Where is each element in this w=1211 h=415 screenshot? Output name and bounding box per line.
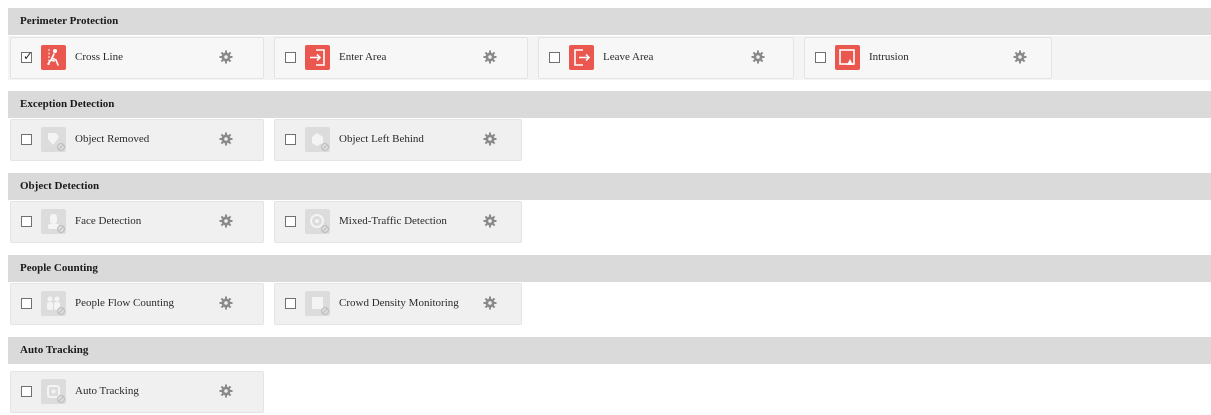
function-card-people-flow-counting[interactable]: People Flow Counting xyxy=(10,283,264,325)
checkmark-icon: ✓ xyxy=(23,49,34,63)
object-removed-label: Object Removed xyxy=(75,133,150,145)
face-detection-settings-gear-icon[interactable] xyxy=(219,214,233,228)
intrusion-checkbox[interactable] xyxy=(815,52,826,63)
crowd-density-monitoring-settings-gear-icon[interactable] xyxy=(483,296,497,310)
mixed-traffic-detection-label: Mixed-Traffic Detection xyxy=(339,215,447,227)
object-removed-checkbox[interactable] xyxy=(21,134,32,145)
function-card-mixed-traffic-detection[interactable]: Mixed-Traffic Detection xyxy=(274,201,522,243)
section-header-perimeter-protection: Perimeter Protection xyxy=(8,8,1211,35)
auto-tracking-label: Auto Tracking xyxy=(75,385,139,397)
section-row-object-detection: Face Detection Mixed-Traffic Detection xyxy=(8,200,522,244)
mixed-traffic-detection-icon xyxy=(305,209,330,234)
enter-area-label: Enter Area xyxy=(339,51,387,63)
cross-line-icon xyxy=(41,45,66,70)
people-flow-counting-icon xyxy=(41,291,66,316)
function-card-auto-tracking[interactable]: Auto Tracking xyxy=(10,371,264,413)
leave-area-settings-gear-icon[interactable] xyxy=(751,50,765,64)
object-left-behind-icon xyxy=(305,127,330,152)
people-flow-counting-settings-gear-icon[interactable] xyxy=(219,296,233,310)
auto-tracking-icon xyxy=(41,379,66,404)
section-row-people-counting: People Flow Counting Crowd Density Monit… xyxy=(8,282,522,326)
section-row-exception-detection: Object Removed Object Left Behind xyxy=(8,118,522,162)
section-header-people-counting: People Counting xyxy=(8,255,1211,282)
crowd-density-monitoring-icon xyxy=(305,291,330,316)
function-card-crowd-density-monitoring[interactable]: Crowd Density Monitoring xyxy=(274,283,522,325)
section-row-perimeter-protection: ✓ Cross Line Enter Area Leave Area Intru… xyxy=(8,36,1211,80)
face-detection-label: Face Detection xyxy=(75,215,142,227)
intrusion-label: Intrusion xyxy=(869,51,909,63)
cross-line-label: Cross Line xyxy=(75,51,123,63)
intrusion-icon xyxy=(835,45,860,70)
section-row-auto-tracking: Auto Tracking xyxy=(8,370,266,414)
function-card-enter-area[interactable]: Enter Area xyxy=(274,37,528,79)
cross-line-checkbox[interactable]: ✓ xyxy=(21,49,34,63)
function-card-intrusion[interactable]: Intrusion xyxy=(804,37,1052,79)
enter-area-checkbox[interactable] xyxy=(285,52,296,63)
object-left-behind-checkbox[interactable] xyxy=(285,134,296,145)
leave-area-icon xyxy=(569,45,594,70)
object-left-behind-label: Object Left Behind xyxy=(339,133,424,145)
leave-area-checkbox[interactable] xyxy=(549,52,560,63)
mixed-traffic-detection-checkbox[interactable] xyxy=(285,216,296,227)
enter-area-icon xyxy=(305,45,330,70)
people-flow-counting-label: People Flow Counting xyxy=(75,297,175,309)
crowd-density-monitoring-label: Crowd Density Monitoring xyxy=(339,297,459,309)
crowd-density-monitoring-checkbox[interactable] xyxy=(285,298,296,309)
mixed-traffic-detection-settings-gear-icon[interactable] xyxy=(483,214,497,228)
people-flow-counting-checkbox[interactable] xyxy=(21,298,32,309)
intrusion-settings-gear-icon[interactable] xyxy=(1013,50,1027,64)
auto-tracking-checkbox[interactable] xyxy=(21,386,32,397)
function-card-face-detection[interactable]: Face Detection xyxy=(10,201,264,243)
function-card-object-left-behind[interactable]: Object Left Behind xyxy=(274,119,522,161)
object-removed-icon xyxy=(41,127,66,152)
face-detection-icon xyxy=(41,209,66,234)
cross-line-settings-gear-icon[interactable] xyxy=(219,50,233,64)
section-header-auto-tracking: Auto Tracking xyxy=(8,337,1211,364)
function-card-object-removed[interactable]: Object Removed xyxy=(10,119,264,161)
function-card-leave-area[interactable]: Leave Area xyxy=(538,37,794,79)
leave-area-label: Leave Area xyxy=(603,51,654,63)
function-card-cross-line[interactable]: ✓ Cross Line xyxy=(10,37,264,79)
object-left-behind-settings-gear-icon[interactable] xyxy=(483,132,497,146)
auto-tracking-settings-gear-icon[interactable] xyxy=(219,384,233,398)
section-header-exception-detection: Exception Detection xyxy=(8,91,1211,118)
smart-event-panel: Perimeter Protection ✓ Cross Line Enter … xyxy=(0,0,1211,415)
section-header-object-detection: Object Detection xyxy=(8,173,1211,200)
enter-area-settings-gear-icon[interactable] xyxy=(483,50,497,64)
object-removed-settings-gear-icon[interactable] xyxy=(219,132,233,146)
face-detection-checkbox[interactable] xyxy=(21,216,32,227)
